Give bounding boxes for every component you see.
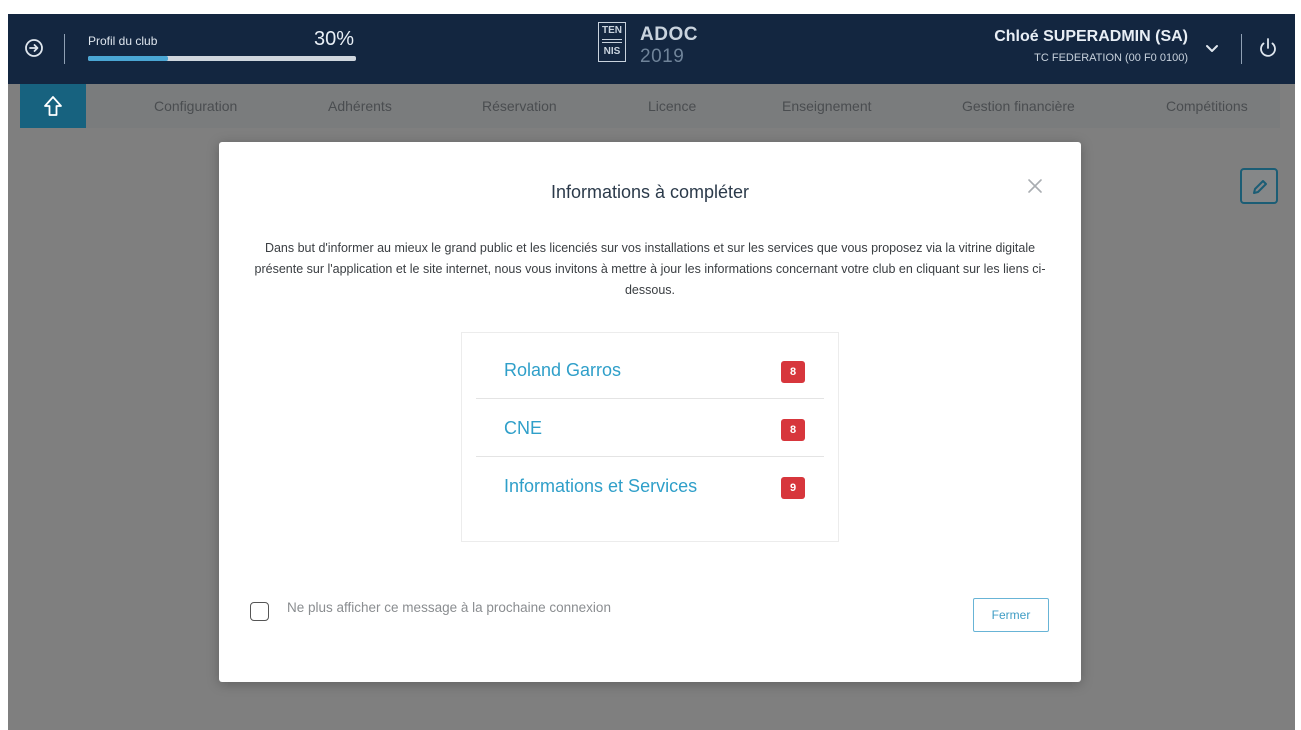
top-header: Profil du club 30% TEN NIS ADOC 2019 Chl… bbox=[8, 14, 1295, 84]
chevron-down-icon[interactable] bbox=[1204, 40, 1220, 56]
progress-percentage: 30% bbox=[314, 28, 355, 50]
progress-fill bbox=[88, 56, 169, 61]
main-nav: Configuration Adhérents Réservation Lice… bbox=[20, 84, 1280, 128]
nav-item-licence[interactable]: Licence bbox=[648, 98, 696, 114]
nav-item-competitions[interactable]: Compétitions bbox=[1166, 98, 1248, 114]
link-roland-garros[interactable]: Roland Garros bbox=[504, 360, 621, 381]
logo-text-top: TEN bbox=[602, 25, 622, 36]
app-year: 2019 bbox=[640, 46, 685, 67]
home-tab[interactable] bbox=[20, 84, 86, 128]
close-icon[interactable] bbox=[1026, 177, 1044, 195]
profile-progress-bar bbox=[88, 56, 356, 61]
tennis-logo: TEN NIS bbox=[598, 22, 626, 62]
nav-item-adherents[interactable]: Adhérents bbox=[328, 98, 392, 114]
list-item[interactable]: Informations et Services 9 bbox=[476, 457, 824, 515]
user-name[interactable]: Chloé SUPERADMIN (SA) bbox=[994, 28, 1188, 46]
logo-net bbox=[602, 39, 622, 43]
pencil-icon bbox=[1253, 180, 1267, 194]
link-cne[interactable]: CNE bbox=[504, 418, 542, 439]
info-modal: Informations à compléter Dans but d'info… bbox=[219, 142, 1081, 682]
power-icon[interactable] bbox=[1256, 36, 1280, 60]
nav-item-gestion-financiere[interactable]: Gestion financière bbox=[962, 98, 1075, 114]
list-item[interactable]: Roland Garros 8 bbox=[476, 341, 824, 399]
count-badge: 8 bbox=[781, 361, 805, 383]
app-name: ADOC bbox=[640, 24, 698, 45]
link-informations-services[interactable]: Informations et Services bbox=[504, 476, 697, 497]
logo-text-bottom: NIS bbox=[603, 46, 621, 57]
home-arrow-up-icon bbox=[44, 96, 62, 116]
header-divider bbox=[64, 34, 65, 64]
nav-item-configuration[interactable]: Configuration bbox=[154, 98, 237, 114]
dont-show-again-checkbox[interactable] bbox=[250, 602, 269, 621]
app-frame: Profil du club 30% TEN NIS ADOC 2019 Chl… bbox=[8, 14, 1295, 730]
count-badge: 8 bbox=[781, 419, 805, 441]
progress-label: Profil du club bbox=[88, 34, 158, 48]
modal-title: Informations à compléter bbox=[550, 182, 750, 202]
edit-button[interactable] bbox=[1240, 168, 1278, 204]
modal-description: Dans but d'informer au mieux le grand pu… bbox=[254, 241, 1046, 297]
user-club: TC FEDERATION (00 F0 0100) bbox=[1034, 52, 1188, 64]
count-badge: 9 bbox=[781, 477, 805, 499]
header-divider bbox=[1241, 34, 1242, 64]
close-button[interactable]: Fermer bbox=[973, 598, 1049, 632]
nav-item-enseignement[interactable]: Enseignement bbox=[782, 98, 872, 114]
checkbox-label[interactable]: Ne plus afficher ce message à la prochai… bbox=[287, 600, 611, 615]
list-item[interactable]: CNE 8 bbox=[476, 399, 824, 457]
links-list: Roland Garros 8 CNE 8 Informations et Se… bbox=[461, 332, 839, 542]
login-circle-arrow-icon[interactable] bbox=[22, 36, 46, 60]
nav-item-reservation[interactable]: Réservation bbox=[482, 98, 557, 114]
